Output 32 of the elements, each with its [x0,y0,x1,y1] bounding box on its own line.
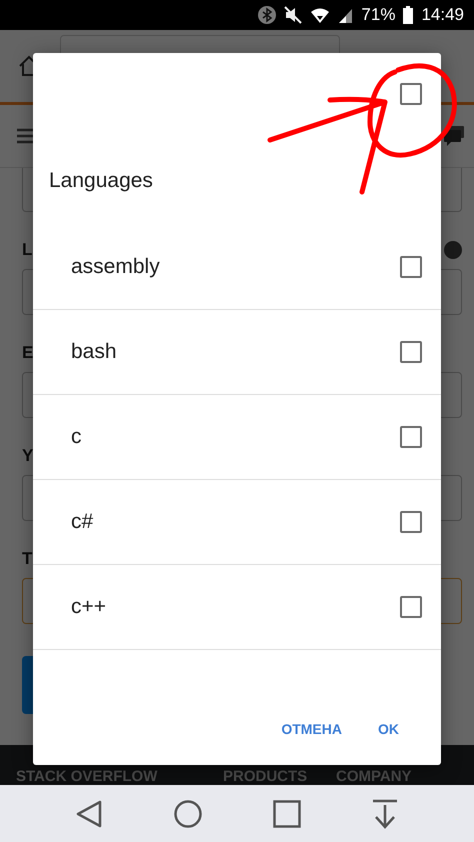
mute-icon [284,6,302,24]
checkbox[interactable] [400,596,422,618]
back-icon[interactable] [76,800,103,828]
field-label: Y [22,446,34,466]
signal-icon [338,6,354,24]
field-label: T [22,549,32,569]
language-option[interactable]: c# [71,510,94,534]
wifi-icon [310,6,330,24]
download-icon[interactable] [372,798,398,828]
language-option[interactable]: c++ [71,595,106,619]
checkbox[interactable] [400,341,422,363]
checkbox[interactable] [400,83,422,105]
cancel-button[interactable]: ОТМЕНА [277,714,346,742]
language-option[interactable]: c [71,425,82,449]
battery-percentage: 71% [361,5,396,25]
field-label: E [22,343,34,363]
bluetooth-icon [258,6,276,24]
dialog-title: Languages [49,169,154,193]
menu-icon[interactable] [16,127,36,145]
checkbox[interactable] [400,256,422,278]
ok-button[interactable]: OK [374,714,403,742]
help-icon[interactable] [444,241,462,259]
battery-icon [403,6,414,24]
checkbox[interactable] [400,511,422,533]
chat-icon[interactable] [444,126,464,146]
checkbox[interactable] [400,426,422,448]
language-option[interactable]: assembly [71,255,160,279]
home-button-icon[interactable] [174,800,202,828]
recents-icon[interactable] [273,800,302,828]
field-label: L [22,240,32,260]
clock-time: 14:49 [421,5,464,25]
language-option[interactable]: bash [71,340,117,364]
